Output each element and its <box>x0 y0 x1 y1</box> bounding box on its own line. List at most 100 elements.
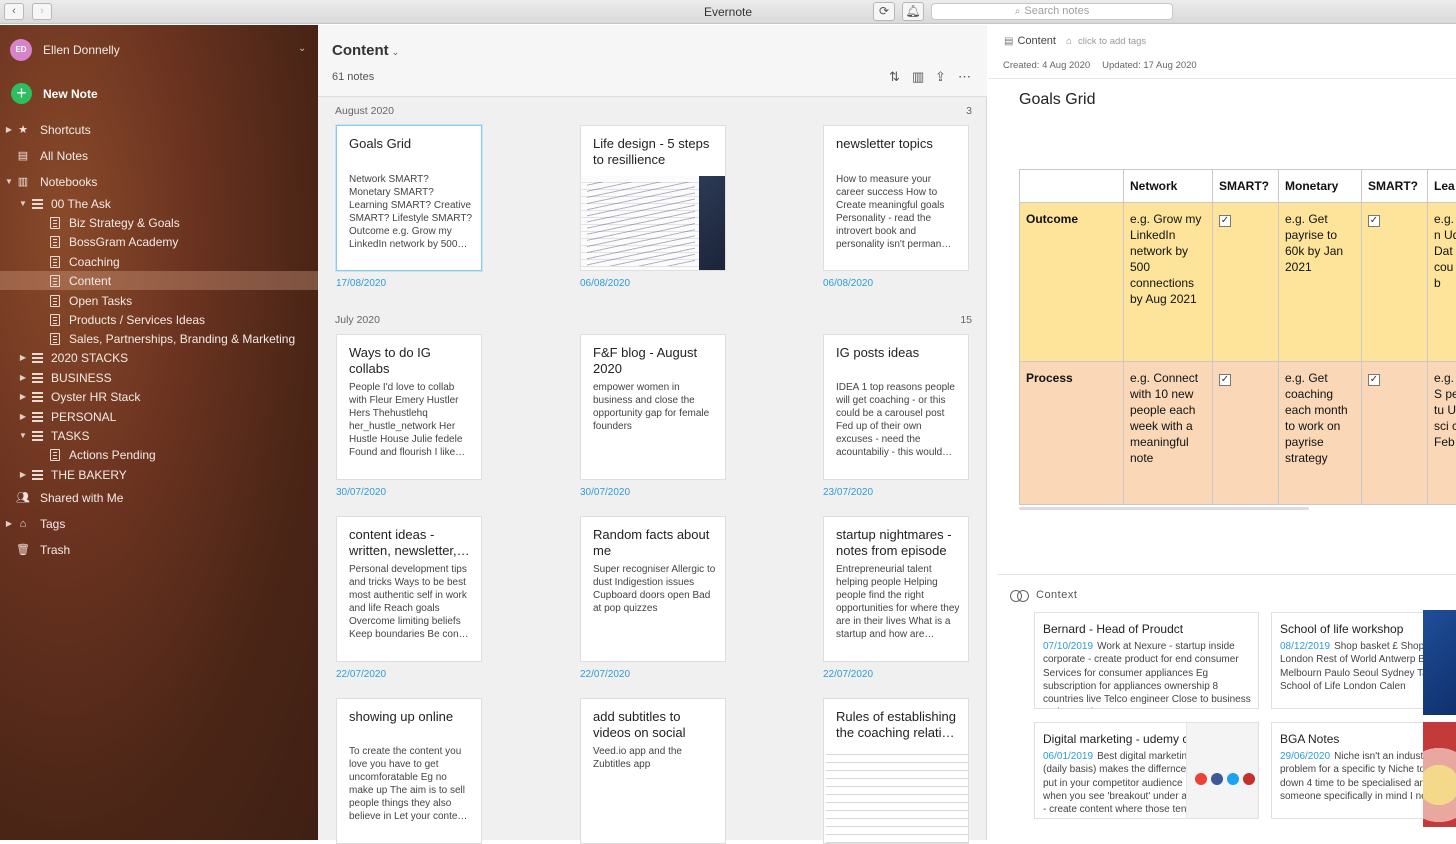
disclosure-down-icon[interactable]: ▼ <box>18 431 28 440</box>
note-card[interactable]: Rules of establishing the coaching relat… <box>823 698 969 844</box>
disclosure-right-icon[interactable]: ▶ <box>18 353 28 362</box>
note-card[interactable]: F&F blog - August 2020 empower women in … <box>580 334 726 480</box>
sidebar-item-tags[interactable]: ▶⌂Tags <box>0 514 318 533</box>
handwritten-note-thumbnail <box>581 176 726 271</box>
table-header-row: Network SMART? Monetary SMART? Lea <box>1020 170 1456 203</box>
notebook-icon <box>50 256 60 268</box>
search-icon: ⌕ <box>1015 6 1021 17</box>
sidebar-item-content[interactable]: Content <box>0 271 318 290</box>
checkbox[interactable]: ✓ <box>1219 374 1231 386</box>
trash-icon: 🗑︎ <box>14 543 32 556</box>
disclosure-down-icon[interactable]: ▼ <box>4 177 14 186</box>
sidebar-item-the-bakery[interactable]: ▶THE BAKERY <box>0 465 318 484</box>
tag-icon: ⌂ <box>1066 36 1072 47</box>
note-date: 22/07/2020 <box>823 669 873 680</box>
notebook-title-dropdown[interactable]: Content⌄ <box>332 42 399 59</box>
note-count: 61 notes <box>332 71 374 83</box>
tag-input[interactable]: click to add tags <box>1078 36 1146 47</box>
notebook-icon <box>50 217 60 229</box>
note-card[interactable]: Random facts about me Super recogniser A… <box>580 516 726 662</box>
share-notebook-icon[interactable]: ⇪ <box>935 69 946 85</box>
sidebar-item-products[interactable]: Products / Services Ideas <box>0 310 318 329</box>
section-count: 3 <box>942 105 972 117</box>
table-cell: e.g. Grow my LinkedIn network by 500 con… <box>1124 203 1213 362</box>
sidebar: ED Ellen Donnelly ⌄ + New Note ▶★Shortcu… <box>0 25 318 840</box>
note-card[interactable]: add subtitles to videos on social Veed.i… <box>580 698 726 844</box>
user-menu[interactable]: ED Ellen Donnelly <box>10 39 120 61</box>
sidebar-item-open-tasks[interactable]: Open Tasks <box>0 291 318 310</box>
user-name: Ellen Donnelly <box>43 43 120 57</box>
people-icon: 👥︎ <box>14 491 32 504</box>
sidebar-item-shortcuts[interactable]: ▶★Shortcuts <box>0 120 318 139</box>
new-note-button[interactable]: + New Note <box>11 83 98 104</box>
more-options-icon[interactable]: ⋯ <box>958 69 971 85</box>
sidebar-item-tasks[interactable]: ▼TASKS <box>0 426 318 445</box>
disclosure-right-icon[interactable]: ▶ <box>4 519 14 528</box>
sidebar-item-personal[interactable]: ▶PERSONAL <box>0 407 318 426</box>
note-date: 23/07/2020 <box>823 487 873 498</box>
disclosure-right-icon[interactable]: ▶ <box>4 125 14 134</box>
table-cell: e.g. Connect with 10 new people each wee… <box>1124 362 1213 505</box>
bell-icon[interactable]: 🔔︎ <box>902 2 924 21</box>
sidebar-item-2020-stacks[interactable]: ▶2020 STACKS <box>0 348 318 367</box>
table-cell: e.g. Con Ude Dat Sci cou Feb <box>1428 203 1456 362</box>
context-card[interactable]: Bernard - Head of Proudct 07/10/2019Work… <box>1034 612 1259 709</box>
stack-icon <box>32 412 43 422</box>
disclosure-right-icon[interactable]: ▶ <box>18 373 28 382</box>
notebook-icon <box>50 275 60 287</box>
note-date: 30/07/2020 <box>580 487 630 498</box>
sidebar-item-sales[interactable]: Sales, Partnerships, Branding & Marketin… <box>0 329 318 348</box>
context-card[interactable]: Digital marketing - udemy co 06/01/2019B… <box>1034 722 1259 819</box>
note-date: 22/07/2020 <box>336 669 386 680</box>
checkbox[interactable]: ✓ <box>1219 215 1231 227</box>
sidebar-item-all-notes[interactable]: ▤All Notes <box>0 146 318 165</box>
note-title[interactable]: Goals Grid <box>1019 91 1095 109</box>
note-date: 17/08/2020 <box>336 278 386 289</box>
sort-icon[interactable]: ⇅ <box>889 69 900 85</box>
disclosure-right-icon[interactable]: ▶ <box>18 470 28 479</box>
view-options-icon[interactable]: ▥ <box>912 69 924 85</box>
sidebar-item-actions-pending[interactable]: Actions Pending <box>0 445 318 464</box>
note-card[interactable]: newsletter topics How to measure your ca… <box>823 125 969 271</box>
note-card[interactable]: startup nightmares - notes from episode … <box>823 516 969 662</box>
sidebar-item-00-the-ask[interactable]: ▼00 The Ask <box>0 194 318 213</box>
checkbox[interactable]: ✓ <box>1368 374 1380 386</box>
note-card[interactable]: Life design - 5 steps to resillience <box>580 125 726 271</box>
table-header: Network <box>1124 170 1213 203</box>
sidebar-item-notebooks[interactable]: ▼▥Notebooks <box>0 172 318 191</box>
table-cell: e.g. Get payrise to 60k by Jan 2021 <box>1279 203 1362 362</box>
search-input[interactable]: ⌕Search notes <box>931 3 1173 20</box>
disclosure-down-icon[interactable]: ▼ <box>18 199 28 208</box>
disclosure-right-icon[interactable]: ▶ <box>18 412 28 421</box>
divider <box>988 78 1456 79</box>
sync-icon[interactable]: ⟳ <box>873 2 895 21</box>
sidebar-item-bossgram[interactable]: BossGram Academy <box>0 232 318 251</box>
note-card[interactable]: Ways to do IG collabs People I'd love to… <box>336 334 482 480</box>
table-header: SMART? <box>1213 170 1279 203</box>
context-heading: Context <box>1010 589 1077 601</box>
note-card[interactable]: IG posts ideas IDEA 1 top reasons people… <box>823 334 969 480</box>
window-title: Evernote <box>0 5 1456 19</box>
sidebar-item-oyster[interactable]: ▶Oyster HR Stack <box>0 387 318 406</box>
note-card[interactable]: showing up online To create the content … <box>336 698 482 844</box>
notebook-icon <box>50 236 60 248</box>
sidebar-item-biz-strategy[interactable]: Biz Strategy & Goals <box>0 213 318 232</box>
sidebar-item-business[interactable]: ▶BUSINESS <box>0 368 318 387</box>
checkbox[interactable]: ✓ <box>1368 215 1380 227</box>
stack-icon <box>32 353 43 363</box>
note-card[interactable]: Goals Grid Network SMART? Monetary SMART… <box>336 125 482 271</box>
sidebar-item-shared[interactable]: 👥︎Shared with Me <box>0 488 318 507</box>
note-card[interactable]: content ideas - written, newsletter,… Pe… <box>336 516 482 662</box>
document-thumbnail <box>826 747 968 844</box>
disclosure-right-icon[interactable]: ▶ <box>18 392 28 401</box>
goals-table[interactable]: Network SMART? Monetary SMART? Lea Outco… <box>1019 169 1456 505</box>
note-dates: Created: 4 Aug 2020Updated: 17 Aug 2020 <box>1003 60 1209 71</box>
notebook-selector[interactable]: Content <box>1017 35 1056 47</box>
sidebar-item-coaching[interactable]: Coaching <box>0 252 318 271</box>
table-cell: e.g. 1 S per stu Ude sci cou Feb <box>1428 362 1456 505</box>
sidebar-item-trash[interactable]: 🗑︎Trash <box>0 540 318 559</box>
section-count: 15 <box>942 314 972 326</box>
note-date: 22/07/2020 <box>580 669 630 680</box>
horizontal-scrollbar[interactable] <box>1019 507 1309 510</box>
chevron-down-icon[interactable]: ⌄ <box>298 43 306 54</box>
